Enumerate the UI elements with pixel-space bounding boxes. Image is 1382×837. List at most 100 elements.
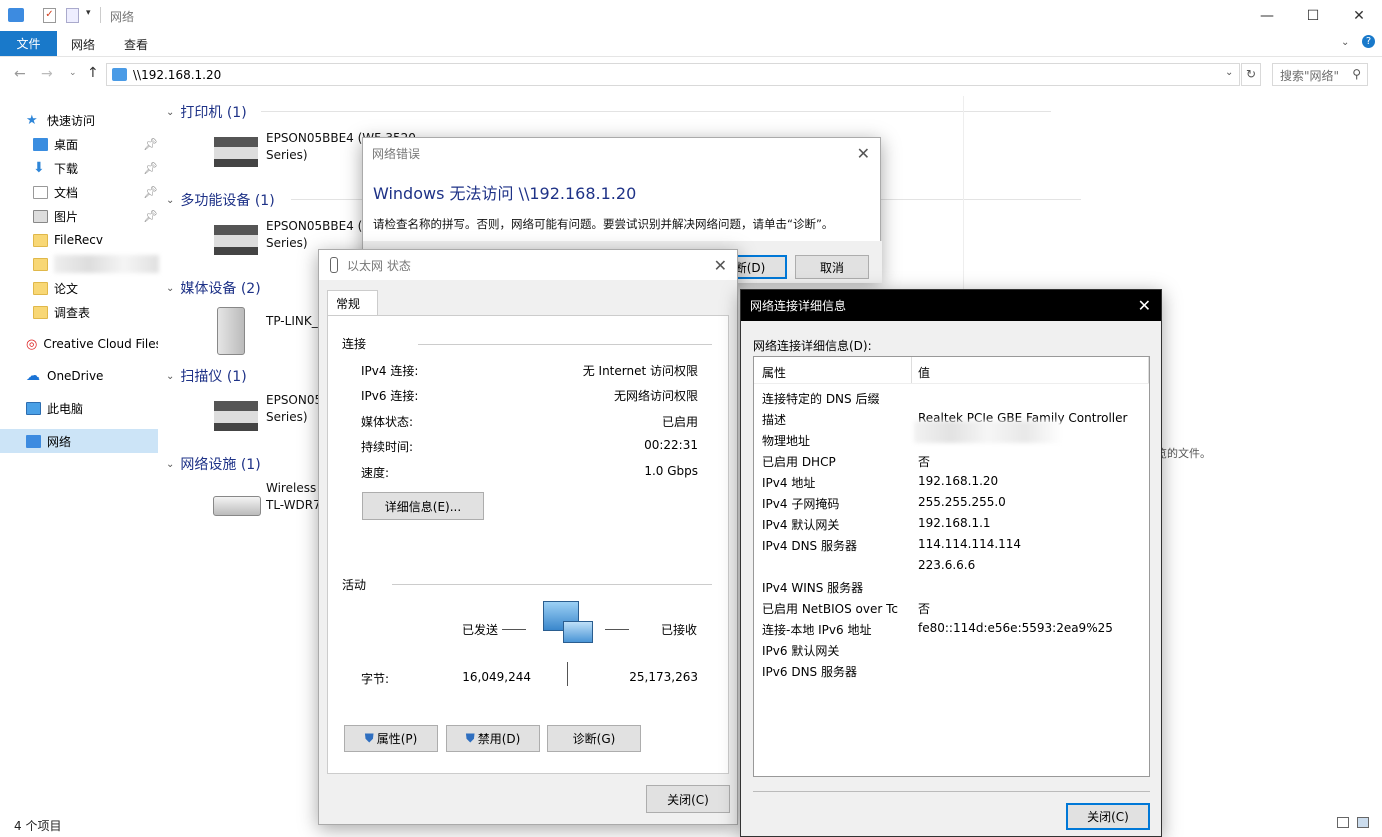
close-window-button[interactable]: ✕	[1336, 0, 1382, 31]
pin-icon[interactable]: 📌︎	[143, 137, 158, 151]
chevron-down-icon: ⌄	[166, 282, 175, 294]
disable-button[interactable]: ⛊ 禁用(D)	[446, 725, 540, 752]
detail-value: 否	[918, 455, 931, 469]
nav-desktop[interactable]: 桌面 📌︎	[33, 133, 191, 155]
details-label: 网络连接详细信息(D):	[753, 339, 872, 353]
chevron-down-icon: ⌄	[166, 458, 175, 470]
new-folder-icon[interactable]	[66, 8, 79, 23]
pin-icon[interactable]: 📌︎	[143, 161, 158, 175]
cancel-button[interactable]: 取消	[795, 255, 869, 279]
details-list[interactable]: 属性 值 连接特定的 DNS 后缀 描述 Realtek PCIe GBE Fami…	[753, 356, 1150, 777]
detail-property: 已启用 NetBIOS over Tc	[762, 602, 898, 616]
duration-label: 持续时间:	[361, 440, 414, 454]
detail-row[interactable]: IPv4 默认网关 192.168.1.1	[762, 513, 1149, 534]
detail-row[interactable]: IPv6 DNS 服务器	[762, 660, 1149, 681]
detail-row[interactable]: 223.6.6.6	[762, 555, 1149, 576]
group-title: 媒体设备 (2)	[180, 281, 261, 297]
address-dropdown-icon[interactable]: ⌄	[1225, 67, 1233, 78]
device-scanner[interactable]: EPSON05 Series)	[266, 392, 322, 426]
detail-row[interactable]: 已启用 DHCP 否	[762, 450, 1149, 471]
maximize-button[interactable]: ☐	[1290, 0, 1336, 31]
pin-icon[interactable]: 📌︎	[143, 209, 158, 223]
media-device-icon[interactable]	[217, 307, 245, 355]
nav-survey[interactable]: 调查表	[33, 301, 191, 323]
detail-row[interactable]: 连接特定的 DNS 后缀	[762, 387, 1149, 408]
recent-dropdown-icon[interactable]: ⌄	[69, 68, 77, 78]
column-divider[interactable]	[911, 357, 912, 383]
tab-general[interactable]: 常规	[327, 290, 378, 316]
divider	[418, 344, 712, 345]
explorer-app-icon[interactable]	[8, 8, 24, 22]
detail-row[interactable]: 连接-本地 IPv6 地址 fe80::114d:e56e:5593:2ea9%2…	[762, 618, 1149, 639]
device-media[interactable]: TP-LINK_	[266, 313, 318, 330]
properties-button[interactable]: ⛊ 属性(P)	[344, 725, 438, 752]
file-tab[interactable]: 文件	[0, 31, 57, 56]
divider	[261, 111, 1051, 112]
nav-creative-cloud[interactable]: ◎ Creative Cloud Files	[26, 333, 158, 355]
close-button[interactable]: 关闭(C)	[646, 785, 730, 813]
large-icons-view-icon[interactable]	[1357, 817, 1369, 828]
help-icon[interactable]: ?	[1362, 35, 1375, 48]
nav-downloads[interactable]: ⬇ 下载 📌︎	[33, 157, 191, 179]
detail-row[interactable]: IPv4 WINS 服务器	[762, 576, 1149, 597]
nav-onedrive[interactable]: ☁ OneDrive	[26, 365, 184, 387]
detail-property: IPv4 地址	[762, 476, 816, 490]
quick-access-dropdown-icon[interactable]: ▾	[86, 8, 91, 18]
nav-label: OneDrive	[47, 369, 104, 383]
device-router[interactable]: Wireless TL-WDR7	[266, 480, 321, 514]
nav-filerecv[interactable]: FileRecv	[33, 229, 191, 251]
detail-property: IPv4 WINS 服务器	[762, 581, 864, 595]
forward-icon[interactable]: →	[41, 66, 53, 82]
details-view-icon[interactable]	[1337, 817, 1349, 828]
detail-value: 192.168.1.20	[918, 474, 999, 488]
divider	[100, 7, 101, 23]
close-button[interactable]: 关闭(C)	[1066, 803, 1150, 830]
nav-this-pc[interactable]: 此电脑	[26, 397, 184, 419]
nav-blurred-folder[interactable]	[33, 253, 191, 275]
details-button[interactable]: 详细信息(E)...	[362, 492, 484, 520]
folder-icon	[33, 305, 48, 319]
detail-value: 114.114.114.114	[918, 537, 1022, 551]
group-printers[interactable]: ⌄ 打印机 (1)	[166, 102, 1066, 122]
minimize-button[interactable]: —	[1244, 0, 1290, 31]
up-icon[interactable]: ↑	[87, 65, 99, 81]
diagnose-button[interactable]: 诊断(G)	[547, 725, 641, 752]
printer-icon[interactable]	[214, 225, 258, 255]
device-multifunction[interactable]: EPSON05BBE4 (W Series)	[266, 218, 374, 252]
nav-quick-access[interactable]: ★ 快速访问	[26, 109, 184, 131]
detail-row[interactable]: 已启用 NetBIOS over Tc 否	[762, 597, 1149, 618]
pin-icon[interactable]: 📌︎	[143, 185, 158, 199]
dialog-title: 网络错误	[363, 138, 880, 168]
network-location-icon	[112, 68, 127, 81]
column-divider	[1148, 357, 1149, 383]
column-property[interactable]: 属性	[762, 364, 786, 381]
tab-network[interactable]: 网络	[71, 36, 95, 53]
chevron-down-icon: ⌄	[166, 106, 175, 118]
back-icon[interactable]: ←	[14, 66, 26, 82]
detail-property: IPv6 DNS 服务器	[762, 665, 857, 679]
search-input[interactable]: 搜索"网络" ⚲	[1272, 63, 1368, 86]
connection-details-dialog: 网络连接详细信息 ✕ 网络连接详细信息(D): 属性 值 连接特定的 DNS 后…	[740, 289, 1162, 837]
dialog-title: 网络连接详细信息	[741, 290, 1161, 321]
detail-row[interactable]: IPv6 默认网关	[762, 639, 1149, 660]
nav-network[interactable]: 网络	[26, 430, 184, 452]
column-value[interactable]: 值	[918, 364, 930, 381]
tab-view[interactable]: 查看	[124, 36, 148, 53]
detail-row[interactable]: IPv4 地址 192.168.1.20	[762, 471, 1149, 492]
refresh-icon[interactable]: ↻	[1241, 63, 1261, 86]
pictures-icon	[33, 209, 48, 223]
detail-row[interactable]: IPv4 DNS 服务器 114.114.114.114	[762, 534, 1149, 555]
preview-hint: 览的文件。	[1156, 447, 1211, 460]
router-icon[interactable]	[213, 496, 261, 516]
ribbon-expand-icon[interactable]: ⌄	[1341, 37, 1349, 48]
star-icon: ★	[26, 112, 38, 128]
address-bar[interactable]: \\192.168.1.20 ⌄	[106, 63, 1240, 86]
close-icon[interactable]: ✕	[714, 256, 727, 275]
close-icon[interactable]: ✕	[857, 144, 870, 163]
nav-label: 此电脑	[47, 401, 84, 416]
detail-row[interactable]: IPv4 子网掩码 255.255.255.0	[762, 492, 1149, 513]
scanner-icon[interactable]	[214, 401, 258, 431]
printer-icon[interactable]	[214, 137, 258, 167]
close-icon[interactable]: ✕	[1138, 296, 1151, 315]
properties-icon[interactable]: ✓	[43, 8, 56, 23]
